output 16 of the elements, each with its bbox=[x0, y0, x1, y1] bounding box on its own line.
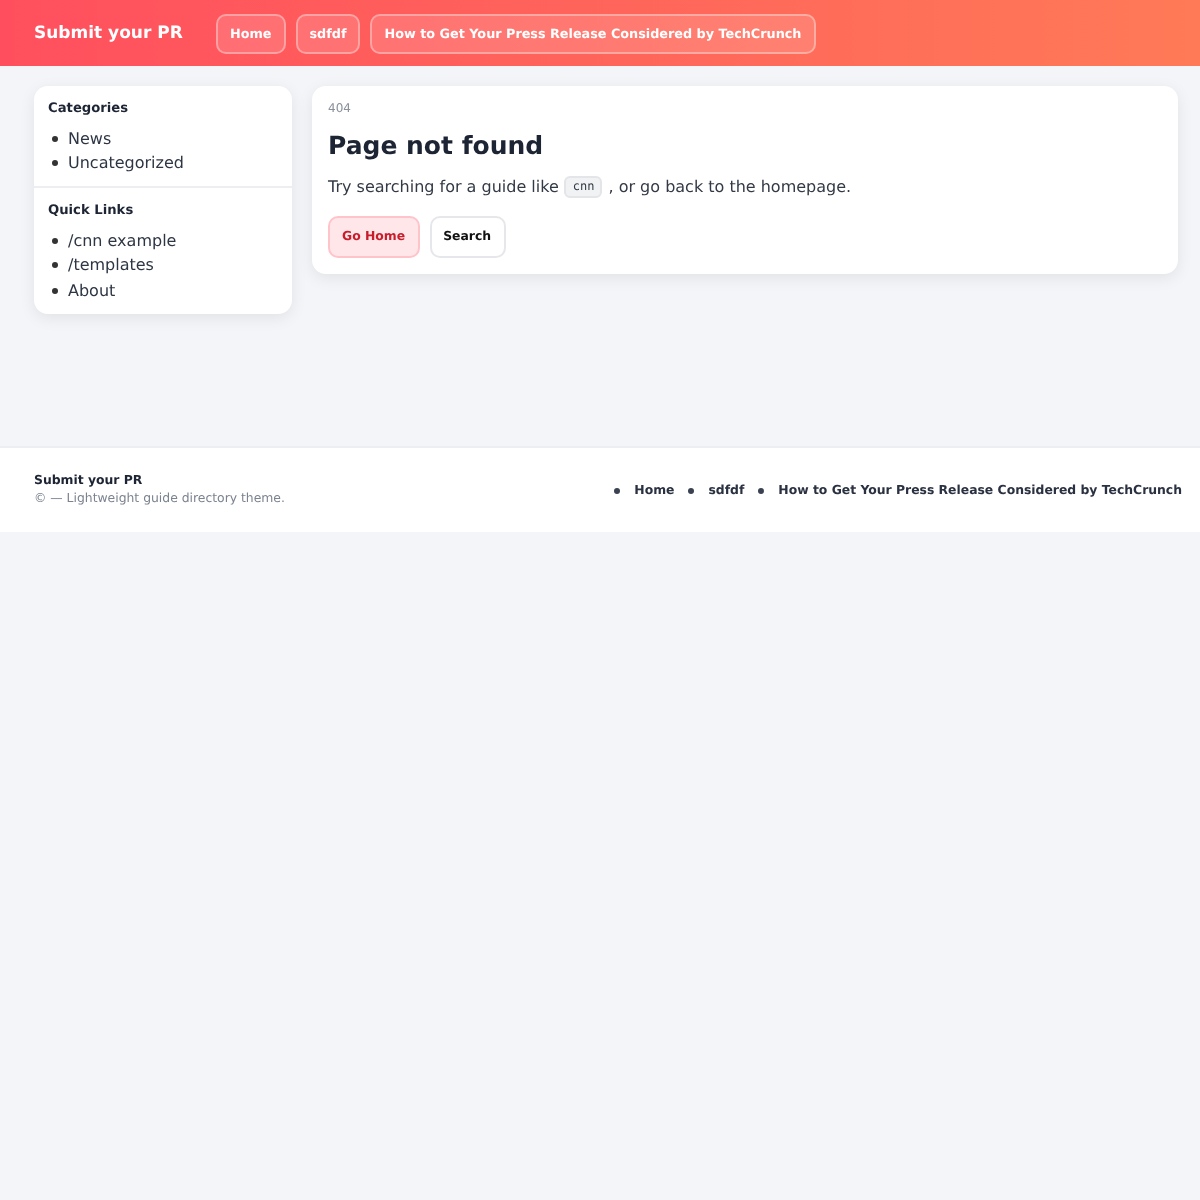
message-text: , or go back to the homepage. bbox=[608, 178, 852, 196]
message-text: Try searching for a guide like bbox=[328, 178, 559, 196]
bullet-icon bbox=[614, 487, 621, 493]
sidebar-link[interactable]: News bbox=[68, 129, 112, 148]
bullet-icon bbox=[52, 237, 58, 244]
bullet-icon bbox=[52, 135, 58, 142]
bullet-icon bbox=[52, 160, 58, 167]
bullet-icon bbox=[52, 287, 58, 294]
sidebar-link[interactable]: About bbox=[68, 281, 116, 300]
bullet-icon bbox=[758, 487, 765, 493]
bullet-icon bbox=[52, 262, 58, 269]
sidebar-link[interactable]: Uncategorized bbox=[68, 154, 184, 173]
sidebar-link[interactable]: /cnn example bbox=[68, 231, 177, 250]
bullet-icon bbox=[688, 487, 695, 493]
page-title: Page not found bbox=[328, 130, 546, 160]
sidebar-link[interactable]: /templates bbox=[68, 256, 154, 275]
